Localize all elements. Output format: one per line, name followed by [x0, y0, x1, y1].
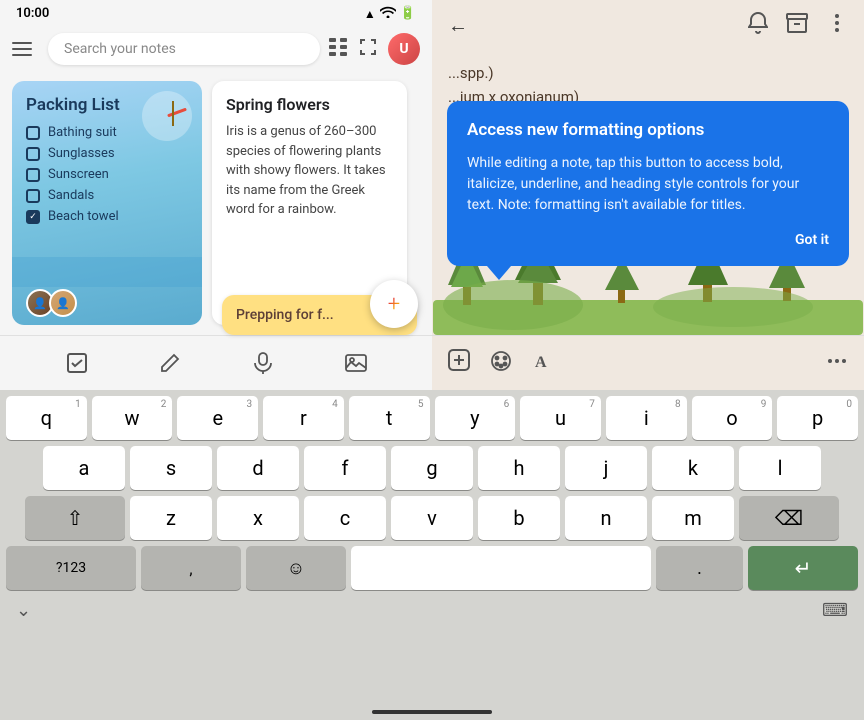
packing-list-card[interactable]: Packing List Bathing suit Sunglasses: [12, 81, 202, 325]
keyboard-grid-icon[interactable]: ⌨: [822, 600, 848, 621]
key-q[interactable]: q1: [6, 396, 87, 440]
add-icon[interactable]: [448, 349, 470, 377]
spring-flowers-title: Spring flowers: [226, 95, 393, 114]
battery-icon: 🔋: [400, 6, 416, 21]
keyboard: q1 w2 e3 r4 t5 y6 u7 i8 o9 p0 a s d f g …: [0, 390, 864, 720]
backspace-key[interactable]: ⌫: [739, 496, 839, 540]
collaborator-avatars: 👤 👤: [26, 289, 77, 317]
wifi-icon: [380, 6, 396, 21]
tooltip-arrow: [487, 266, 511, 280]
checklist-item: Beach towel: [26, 209, 188, 224]
key-row-2: a s d f g h j k l: [6, 446, 858, 490]
image-icon[interactable]: [342, 349, 370, 377]
svg-text:A: A: [535, 354, 547, 371]
enter-key[interactable]: ↵: [748, 546, 858, 590]
archive-icon[interactable]: [786, 13, 808, 38]
checklist-item: Sandals: [26, 188, 188, 203]
key-h[interactable]: h: [478, 446, 560, 490]
comma-key[interactable]: ,: [141, 546, 241, 590]
keyboard-rows: q1 w2 e3 r4 t5 y6 u7 i8 o9 p0 a s d f g …: [4, 396, 860, 590]
key-u[interactable]: u7: [520, 396, 601, 440]
key-n[interactable]: n: [565, 496, 647, 540]
header-icons: U: [328, 33, 420, 65]
right-header-left: ←: [448, 13, 476, 38]
key-x[interactable]: x: [217, 496, 299, 540]
key-w[interactable]: w2: [92, 396, 173, 440]
key-d[interactable]: d: [217, 446, 299, 490]
tooltip-title: Access new formatting options: [467, 119, 829, 141]
bell-icon[interactable]: [748, 12, 768, 39]
got-it-button[interactable]: Got it: [467, 232, 829, 248]
checkbox-bathing[interactable]: [26, 126, 40, 140]
back-button[interactable]: ←: [448, 13, 468, 38]
right-panel: ←: [432, 0, 864, 390]
checkbox-sunscreen[interactable]: [26, 168, 40, 182]
right-toolbar-left: A: [448, 349, 554, 377]
user-avatar[interactable]: U: [388, 33, 420, 65]
checkbox-sandals[interactable]: [26, 189, 40, 203]
key-c[interactable]: c: [304, 496, 386, 540]
key-l[interactable]: l: [739, 446, 821, 490]
key-row-1: q1 w2 e3 r4 t5 y6 u7 i8 o9 p0: [6, 396, 858, 440]
key-f[interactable]: f: [304, 446, 386, 490]
fab-button[interactable]: +: [370, 280, 418, 328]
period-key[interactable]: .: [656, 546, 743, 590]
right-content: ...spp.) ...ium x oxonianum) Access new …: [432, 51, 864, 335]
search-placeholder: Search your notes: [64, 41, 176, 57]
signal-icon: ▲: [364, 7, 376, 21]
left-toolbar: [0, 335, 432, 390]
right-header-icons: [748, 12, 848, 39]
checkbox-sunglasses[interactable]: [26, 147, 40, 161]
key-j[interactable]: j: [565, 446, 647, 490]
three-dots-icon[interactable]: [826, 350, 848, 376]
search-bar[interactable]: Search your notes: [48, 33, 320, 65]
emoji-key[interactable]: ☺: [246, 546, 346, 590]
key-i[interactable]: i8: [606, 396, 687, 440]
status-icons: ▲ 🔋: [364, 6, 416, 21]
key-row-4: ?123 , ☺ . ↵: [6, 546, 858, 590]
time: 10:00: [16, 6, 49, 21]
avatar-2: 👤: [49, 289, 77, 317]
key-o[interactable]: o9: [692, 396, 773, 440]
key-y[interactable]: y6: [435, 396, 516, 440]
right-toolbar: A: [432, 335, 864, 390]
key-e[interactable]: e3: [177, 396, 258, 440]
space-key[interactable]: [351, 546, 651, 590]
keyboard-bottom-bar: ⌄ ⌨: [4, 594, 860, 629]
left-panel: 10:00 ▲ 🔋 Search your notes: [0, 0, 432, 390]
format-text-icon[interactable]: A: [532, 350, 554, 376]
key-k[interactable]: k: [652, 446, 734, 490]
grid-icon[interactable]: [328, 37, 348, 62]
key-r[interactable]: r4: [263, 396, 344, 440]
key-g[interactable]: g: [391, 446, 473, 490]
palette-icon[interactable]: [490, 350, 512, 376]
key-v[interactable]: v: [391, 496, 473, 540]
spring-flowers-text: Iris is a genus of 260–300 species of fl…: [226, 122, 393, 311]
checkbox-toolbar-icon[interactable]: [63, 349, 91, 377]
symbols-key[interactable]: ?123: [6, 546, 136, 590]
formatting-tooltip: Access new formatting options While edit…: [447, 101, 849, 266]
key-m[interactable]: m: [652, 496, 734, 540]
key-z[interactable]: z: [130, 496, 212, 540]
shift-key[interactable]: ⇧: [25, 496, 125, 540]
left-header: Search your notes: [0, 27, 432, 71]
hamburger-menu[interactable]: [12, 35, 40, 63]
key-b[interactable]: b: [478, 496, 560, 540]
key-a[interactable]: a: [43, 446, 125, 490]
tooltip-body: While editing a note, tap this button to…: [467, 153, 829, 216]
home-indicator: [372, 710, 492, 714]
checkbox-beach-towel[interactable]: [26, 210, 40, 224]
microphone-icon[interactable]: [249, 349, 277, 377]
keyboard-down-icon[interactable]: ⌄: [16, 600, 31, 621]
key-s[interactable]: s: [130, 446, 212, 490]
right-header: ←: [432, 0, 864, 51]
status-bar: 10:00 ▲ 🔋: [0, 0, 432, 27]
key-row-3: ⇧ z x c v b n m ⌫: [6, 496, 858, 540]
key-p[interactable]: p0: [777, 396, 858, 440]
more-icon[interactable]: [826, 12, 848, 39]
key-t[interactable]: t5: [349, 396, 430, 440]
plus-icon: +: [388, 292, 400, 317]
expand-icon[interactable]: [358, 37, 378, 62]
pencil-icon[interactable]: [156, 349, 184, 377]
